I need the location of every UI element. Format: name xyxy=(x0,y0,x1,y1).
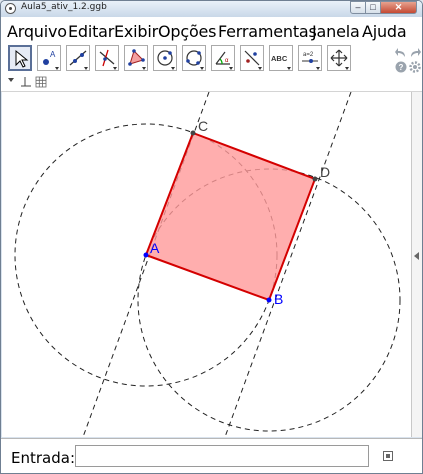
tool-dropdown-icon xyxy=(229,67,233,70)
style-bar xyxy=(1,74,422,92)
angle-icon: α xyxy=(215,51,230,65)
redo-icon[interactable] xyxy=(408,46,422,60)
grid-toggle-icon[interactable] xyxy=(35,76,47,88)
circle-three-points-icon xyxy=(186,50,202,66)
point-c-label[interactable]: C xyxy=(198,118,208,134)
perpendicular-tool[interactable] xyxy=(95,45,119,71)
view-splitter[interactable] xyxy=(411,92,422,437)
gear-icon[interactable] xyxy=(408,60,422,74)
tool-dropdown-icon xyxy=(55,67,59,70)
expand-panel-icon[interactable] xyxy=(414,252,419,260)
point-d-label[interactable]: D xyxy=(320,164,330,180)
style-bar-toggle-icon[interactable] xyxy=(7,76,15,84)
tool-dropdown-icon xyxy=(200,67,204,70)
point-icon: A xyxy=(43,50,56,65)
axes-toggle-icon[interactable] xyxy=(20,76,32,88)
menu-ajuda[interactable]: Ajuda xyxy=(362,22,407,41)
menu-exibir[interactable]: Exibir xyxy=(114,22,158,41)
tool-dropdown-icon xyxy=(258,67,262,70)
toolbar: A α ABC a=2 ? xyxy=(1,44,422,74)
title-bar[interactable]: Aula5_ativ_1.2.ggb – □ ✕ xyxy=(1,1,422,17)
input-field[interactable] xyxy=(75,445,369,467)
help-icon[interactable]: ? xyxy=(394,60,408,74)
slider-tool[interactable]: a=2 xyxy=(298,45,322,71)
svg-text:?: ? xyxy=(399,63,404,72)
maximize-button[interactable]: □ xyxy=(365,1,381,14)
polygon-tool[interactable] xyxy=(124,45,148,71)
svg-text:α: α xyxy=(225,58,229,64)
line-icon xyxy=(69,50,87,66)
geogebra-window: Aula5_ativ_1.2.ggb – □ ✕ Arquivo Editar … xyxy=(0,0,423,474)
angle-tool[interactable]: α xyxy=(211,45,235,71)
circle-center-point-icon xyxy=(157,50,173,66)
point-d[interactable] xyxy=(312,176,318,182)
slider-icon: a=2 xyxy=(302,52,318,63)
undo-icon[interactable] xyxy=(394,46,408,60)
circle3-tool[interactable] xyxy=(182,45,206,71)
menu-bar: Arquivo Editar Exibir Opções Ferramentas… xyxy=(1,17,422,44)
graphics-view[interactable]: A B C D xyxy=(2,92,412,437)
tool-dropdown-icon xyxy=(287,67,291,70)
point-b-label[interactable]: B xyxy=(274,291,283,307)
input-help-icon[interactable] xyxy=(383,451,393,461)
tool-dropdown-icon xyxy=(345,67,349,70)
move-view-tool[interactable] xyxy=(327,45,351,71)
close-button[interactable]: ✕ xyxy=(380,1,417,14)
move-graphics-icon xyxy=(330,49,348,67)
tool-dropdown-icon xyxy=(316,67,320,70)
window-title: Aula5_ativ_1.2.ggb xyxy=(21,2,107,12)
reflect-tool[interactable] xyxy=(240,45,264,71)
point-tool[interactable]: A xyxy=(37,45,61,71)
menu-editar[interactable]: Editar xyxy=(68,22,114,41)
input-label: Entrada: xyxy=(11,449,75,467)
polygon-icon xyxy=(128,49,145,66)
square-polygon[interactable] xyxy=(146,133,315,300)
svg-text:A: A xyxy=(50,50,56,59)
svg-text:ABC: ABC xyxy=(271,54,288,63)
point-c[interactable] xyxy=(190,130,196,136)
menu-opcoes[interactable]: Opções xyxy=(158,22,217,41)
menu-arquivo[interactable]: Arquivo xyxy=(7,22,67,41)
point-a[interactable] xyxy=(143,252,149,258)
tool-dropdown-icon xyxy=(84,67,88,70)
text-icon: ABC xyxy=(271,54,288,63)
point-b[interactable] xyxy=(266,297,272,303)
menu-ferramentas[interactable]: Ferramentas xyxy=(218,22,317,41)
move-tool[interactable] xyxy=(8,45,32,71)
text-tool[interactable]: ABC xyxy=(269,45,293,71)
geogebra-icon xyxy=(5,3,16,14)
tool-dropdown-icon xyxy=(113,67,117,70)
point-a-label[interactable]: A xyxy=(150,240,160,256)
perpendicular-line-icon xyxy=(99,49,115,67)
svg-text:a=2: a=2 xyxy=(303,52,314,58)
input-bar: Entrada: xyxy=(1,438,422,473)
tool-dropdown-icon xyxy=(171,67,175,70)
menu-janela[interactable]: Janela xyxy=(312,22,360,41)
line-tool[interactable] xyxy=(66,45,90,71)
geometry-canvas[interactable]: A B C D xyxy=(2,92,412,437)
minimize-button[interactable]: – xyxy=(350,1,366,14)
reflect-line-icon xyxy=(244,50,260,66)
tool-dropdown-icon xyxy=(142,67,146,70)
arrow-icon xyxy=(15,49,29,68)
circle-tool[interactable] xyxy=(153,45,177,71)
